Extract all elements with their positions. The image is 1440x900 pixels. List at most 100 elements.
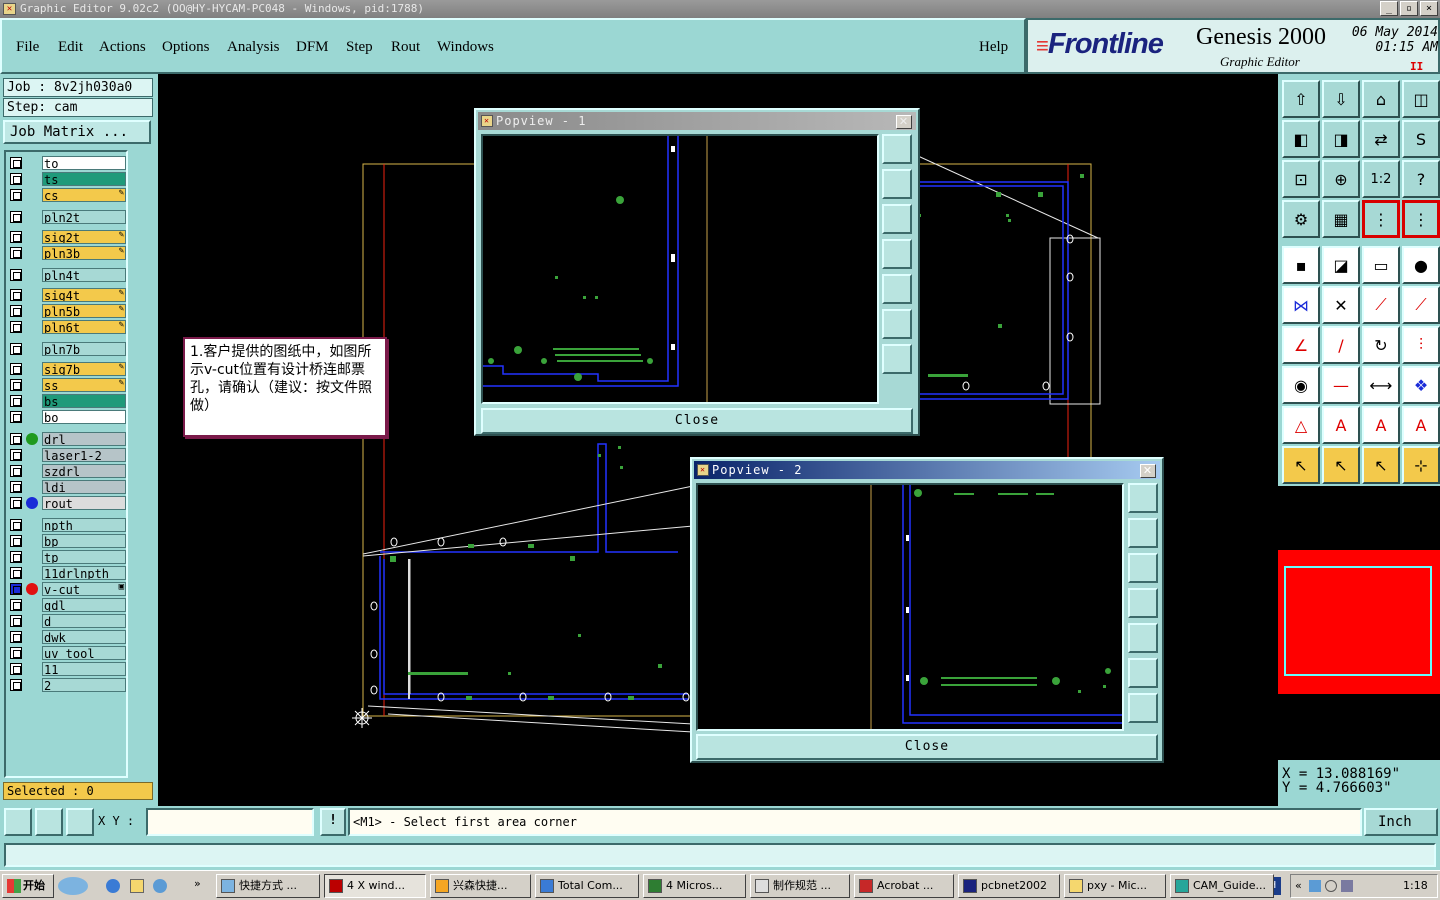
- zoom-out-icon[interactable]: [1128, 693, 1158, 723]
- add-feature-icon[interactable]: ▪: [1282, 246, 1320, 284]
- layer-checkbox[interactable]: [10, 481, 22, 493]
- layer-name[interactable]: pln5b: [42, 304, 126, 318]
- layer-name[interactable]: laser1-2: [42, 448, 126, 462]
- connect-icon[interactable]: ⋈: [1282, 286, 1320, 324]
- layer-name[interactable]: v-cut: [42, 582, 126, 596]
- folder-icon[interactable]: [130, 879, 144, 893]
- tray-expand-icon[interactable]: «: [1295, 879, 1302, 892]
- layer-name[interactable]: sig2t: [42, 230, 126, 244]
- layer-row[interactable]: uv_tool: [8, 646, 126, 660]
- browser-icon[interactable]: [153, 879, 167, 893]
- layer-checkbox[interactable]: [10, 599, 22, 611]
- zoom-out-icon[interactable]: [882, 344, 912, 374]
- layer-checkbox[interactable]: [10, 647, 22, 659]
- layer-name[interactable]: pln2t: [42, 210, 126, 224]
- layer-checkbox[interactable]: [10, 289, 22, 301]
- layer-name[interactable]: drl: [42, 432, 126, 446]
- taskbar-item[interactable]: pxy - Mic...: [1064, 874, 1166, 898]
- grid-icon[interactable]: ▦: [1322, 200, 1360, 238]
- layer-row[interactable]: szdrl: [8, 464, 126, 478]
- layer-checkbox[interactable]: [10, 411, 22, 423]
- menu-options[interactable]: Options: [162, 39, 210, 56]
- flip-icon[interactable]: S: [1402, 120, 1440, 158]
- angle-icon[interactable]: ∠: [1282, 326, 1320, 364]
- slash-icon[interactable]: /: [1322, 326, 1360, 364]
- layer-row[interactable]: sig4t ✎: [8, 288, 126, 302]
- layer-checkbox[interactable]: [10, 551, 22, 563]
- layer-row[interactable]: pln5b ✎: [8, 304, 126, 318]
- layer-row[interactable]: laser1-2: [8, 448, 126, 462]
- layer-row[interactable]: pln2t: [8, 210, 126, 224]
- shapes-icon[interactable]: ❖: [1402, 366, 1440, 404]
- pan-left-icon[interactable]: [882, 239, 912, 269]
- outline-icon[interactable]: ◪: [1322, 246, 1360, 284]
- zoom-center-icon[interactable]: ⊕: [1322, 160, 1360, 198]
- triangle-a-icon[interactable]: A: [1322, 406, 1360, 444]
- layer-name[interactable]: bp: [42, 534, 126, 548]
- layer-checkbox[interactable]: [10, 231, 22, 243]
- taskbar-item[interactable]: 4 X wind...: [324, 874, 426, 898]
- taskbar-item[interactable]: pcbnet2002: [958, 874, 1060, 898]
- layer-checkbox[interactable]: [10, 535, 22, 547]
- taskbar-item[interactable]: 兴森快捷...: [430, 874, 531, 898]
- line-edit-icon[interactable]: ⟋: [1402, 286, 1440, 324]
- settings-icon[interactable]: ⚙: [1282, 200, 1320, 238]
- layer-name[interactable]: dwk: [42, 630, 126, 644]
- popview-2-close-icon[interactable]: ✕: [1140, 464, 1156, 478]
- layer-checkbox[interactable]: [10, 663, 22, 675]
- taskbar-item[interactable]: Total Com...: [535, 874, 639, 898]
- layer-checkbox[interactable]: [10, 519, 22, 531]
- layer-row[interactable]: tp: [8, 550, 126, 564]
- layer-row[interactable]: 11: [8, 662, 126, 676]
- layer-name[interactable]: ldi: [42, 480, 126, 494]
- cross-icon[interactable]: ✕: [1322, 286, 1360, 324]
- layer-row[interactable]: to: [8, 156, 126, 170]
- layer-row[interactable]: ss ✎: [8, 378, 126, 392]
- taskbar-item[interactable]: 快捷方式 ...: [216, 874, 320, 898]
- dash-icon[interactable]: —: [1322, 366, 1360, 404]
- menu-windows[interactable]: Windows: [437, 39, 494, 56]
- layer-row[interactable]: 11drlnpth: [8, 566, 126, 580]
- taskbar-item[interactable]: CAM_Guide...: [1170, 874, 1274, 898]
- layer-row[interactable]: ldi: [8, 480, 126, 494]
- layer-name[interactable]: pln4t: [42, 268, 126, 282]
- layer-checkbox[interactable]: [10, 321, 22, 333]
- dot-icon[interactable]: ●: [1402, 246, 1440, 284]
- layer-checkbox[interactable]: [10, 189, 22, 201]
- layer-row[interactable]: sig2t ✎: [8, 230, 126, 244]
- triangle-icon[interactable]: △: [1282, 406, 1320, 444]
- layer-row[interactable]: pln3b ✎: [8, 246, 126, 260]
- menu-rout[interactable]: Rout: [391, 39, 420, 56]
- get-icon[interactable]: ⇩: [1322, 80, 1360, 118]
- unit-selector[interactable]: Inch: [1364, 808, 1438, 836]
- pan-right-icon[interactable]: [1128, 623, 1158, 653]
- layer-name[interactable]: bo: [42, 410, 126, 424]
- triangle-a3-icon[interactable]: A: [1402, 406, 1440, 444]
- layer-name[interactable]: pln7b: [42, 342, 126, 356]
- quicklaunch-more-icon[interactable]: »: [194, 877, 201, 890]
- layer-checkbox[interactable]: [10, 363, 22, 375]
- layer-name[interactable]: sig7b: [42, 362, 126, 376]
- layer-checkbox[interactable]: [10, 583, 22, 595]
- pan-up-icon[interactable]: [1128, 518, 1158, 548]
- layer-name[interactable]: 11drlnpth: [42, 566, 126, 580]
- minimize-button[interactable]: _: [1380, 1, 1398, 16]
- align-icon[interactable]: ⫶: [1402, 326, 1440, 364]
- layer-checkbox[interactable]: [10, 269, 22, 281]
- menu-help[interactable]: Help: [979, 39, 1008, 56]
- measure-icon[interactable]: ⟷: [1362, 366, 1400, 404]
- layer-name[interactable]: 11: [42, 662, 126, 676]
- select-net-icon[interactable]: ⊹: [1402, 446, 1440, 484]
- snap-icon[interactable]: [4, 808, 32, 836]
- job-matrix-button[interactable]: Job Matrix ...: [3, 120, 151, 144]
- select-box-icon[interactable]: ↖: [1322, 446, 1360, 484]
- pan-up-icon[interactable]: [882, 169, 912, 199]
- layer-name[interactable]: d: [42, 614, 126, 628]
- line-add-icon[interactable]: ⟋: [1362, 286, 1400, 324]
- layer-row[interactable]: rout: [8, 496, 126, 510]
- layer-checkbox[interactable]: [10, 631, 22, 643]
- layer-checkbox[interactable]: [10, 449, 22, 461]
- popview-1-close-button[interactable]: Close: [481, 408, 913, 434]
- layer-row[interactable]: v-cut ▣: [8, 582, 126, 596]
- popview-1-close-icon[interactable]: ✕: [896, 115, 912, 129]
